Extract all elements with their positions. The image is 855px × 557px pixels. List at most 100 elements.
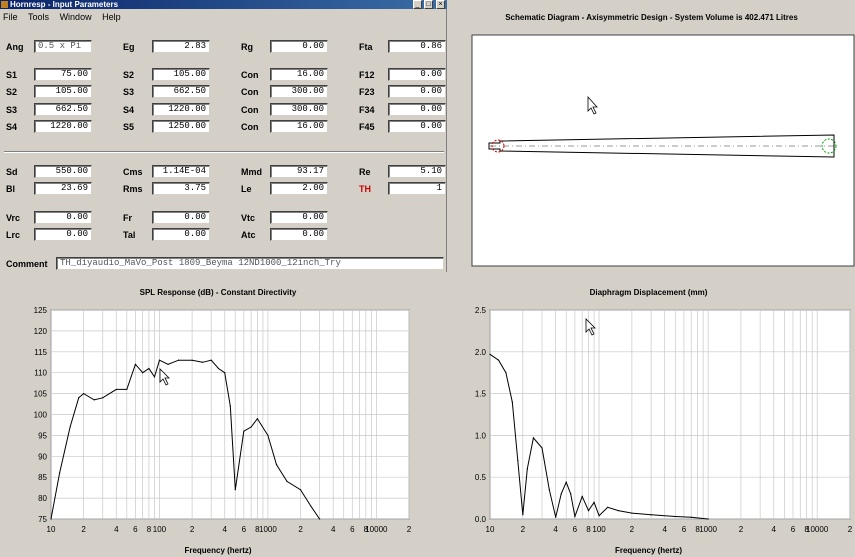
x-tick-label: 1000 [259, 525, 277, 534]
param-field-fta[interactable]: 0.86 [388, 40, 446, 53]
data-point [532, 437, 534, 439]
close-button[interactable]: × [436, 0, 445, 9]
minimize-button[interactable]: _ [413, 0, 422, 9]
y-tick-label: 95 [38, 431, 47, 440]
param-field-re[interactable]: 5.10 [388, 165, 446, 178]
data-point [541, 447, 543, 449]
param-field-tal[interactable]: 0.00 [152, 228, 210, 241]
menu-bar: File Tools Window Help [0, 10, 126, 24]
menu-file[interactable]: File [3, 12, 18, 22]
param-field-con[interactable]: 300.00 [270, 85, 328, 98]
param-field-s2[interactable]: 105.00 [34, 85, 92, 98]
data-point [598, 515, 600, 517]
data-point [217, 367, 220, 370]
param-field-con[interactable]: 300.00 [270, 103, 328, 116]
data-point [511, 401, 513, 403]
param-field-vrc[interactable]: 0.00 [34, 211, 92, 224]
y-tick-label: 100 [34, 411, 48, 420]
separator [4, 151, 444, 153]
param-label-con: Con [241, 122, 259, 132]
param-field-f45[interactable]: 0.00 [388, 120, 446, 133]
data-point [243, 430, 245, 432]
param-field-con[interactable]: 16.00 [270, 120, 328, 133]
y-tick-label: 120 [34, 327, 48, 336]
param-label-s4: S4 [6, 122, 18, 132]
param-field-atc[interactable]: 0.00 [270, 228, 328, 241]
data-point [78, 397, 80, 399]
data-point [256, 418, 258, 420]
x-tick-label: 4 [772, 525, 777, 534]
param-field-vtc[interactable]: 0.00 [270, 211, 328, 224]
x-tick-label: 2 [630, 525, 635, 534]
x-tick-label: 2 [521, 525, 526, 534]
param-field-lrc[interactable]: 0.00 [34, 228, 92, 241]
x-tick-label: 4 [662, 525, 667, 534]
data-point [674, 515, 676, 518]
param-field-s5[interactable]: 1250.00 [152, 120, 210, 133]
x-tick-label: 6 [791, 525, 796, 534]
param-label-eg: Eg [123, 42, 135, 52]
param-field-rg[interactable]: 0.00 [270, 40, 328, 53]
param-field-f34[interactable]: 0.00 [388, 103, 446, 116]
param-field-s2[interactable]: 105.00 [152, 68, 210, 81]
param-label-s5: S5 [123, 122, 135, 132]
param-label-s2: S2 [6, 87, 18, 97]
param-label-con: Con [241, 87, 259, 97]
param-label-tal: Tal [123, 230, 136, 240]
param-field-th[interactable]: 1 [388, 182, 446, 195]
data-point [650, 514, 652, 516]
param-field-cms[interactable]: 1.14E-04 [152, 165, 210, 178]
param-field-bl[interactable]: 23.69 [34, 182, 92, 195]
param-label-con: Con [241, 105, 259, 115]
y-tick-label: 125 [34, 306, 48, 315]
x-tick-label: 4 [331, 525, 336, 534]
param-field-con[interactable]: 16.00 [270, 68, 328, 81]
data-point [548, 489, 550, 491]
param-field-rms[interactable]: 3.75 [152, 182, 210, 195]
data-point [607, 506, 609, 508]
param-field-sd[interactable]: 550.00 [34, 165, 92, 178]
maximize-button[interactable]: □ [424, 0, 433, 9]
param-label-le: Le [241, 184, 252, 194]
menu-help[interactable]: Help [102, 12, 121, 22]
param-field-fr[interactable]: 0.00 [152, 211, 210, 224]
data-point [134, 363, 136, 365]
x-tick-label: 4 [553, 525, 558, 534]
data-point [505, 372, 507, 374]
data-point [58, 472, 61, 474]
param-field-s1[interactable]: 75.00 [34, 68, 92, 81]
title-bar[interactable]: Hornresp - Input Parameters [0, 0, 447, 9]
param-label-ang: Ang [6, 42, 24, 52]
data-point [517, 459, 519, 462]
y-tick-label: 90 [38, 452, 47, 461]
data-point [148, 367, 150, 370]
param-field-f23[interactable]: 0.00 [388, 85, 446, 98]
x-tick-label: 2 [190, 525, 195, 534]
data-point [83, 393, 85, 395]
param-field-le[interactable]: 2.00 [270, 182, 328, 195]
param-field-f12[interactable]: 0.00 [388, 68, 446, 81]
param-field-ang[interactable]: 0.5 x Pi [34, 40, 92, 53]
param-field-eg[interactable]: 2.83 [152, 40, 210, 53]
data-point [587, 510, 590, 512]
param-field-mmd[interactable]: 93.17 [270, 165, 328, 178]
x-tick-label: 2 [848, 525, 853, 534]
param-field-s3[interactable]: 662.50 [152, 85, 210, 98]
data-point [50, 518, 52, 520]
param-field-s4[interactable]: 1220.00 [34, 120, 92, 133]
data-point [299, 489, 302, 491]
x-tick-label: 100 [592, 525, 606, 534]
param-label-bl: Bl [6, 184, 15, 194]
comment-field[interactable]: TH_diyaudio_MaVo_Post 1809_Beyma 12ND100… [56, 257, 444, 270]
param-label-s3: S3 [6, 105, 18, 115]
param-field-s4[interactable]: 1220.00 [152, 103, 210, 116]
menu-tools[interactable]: Tools [28, 12, 49, 22]
data-point [191, 359, 193, 361]
x-tick-label: 4 [223, 525, 228, 534]
y-tick-label: 2.0 [475, 348, 487, 357]
x-tick-label: 2 [739, 525, 744, 534]
param-field-s3[interactable]: 662.50 [34, 103, 92, 116]
data-point [555, 516, 557, 518]
y-tick-label: 115 [34, 348, 47, 357]
menu-window[interactable]: Window [60, 12, 92, 22]
